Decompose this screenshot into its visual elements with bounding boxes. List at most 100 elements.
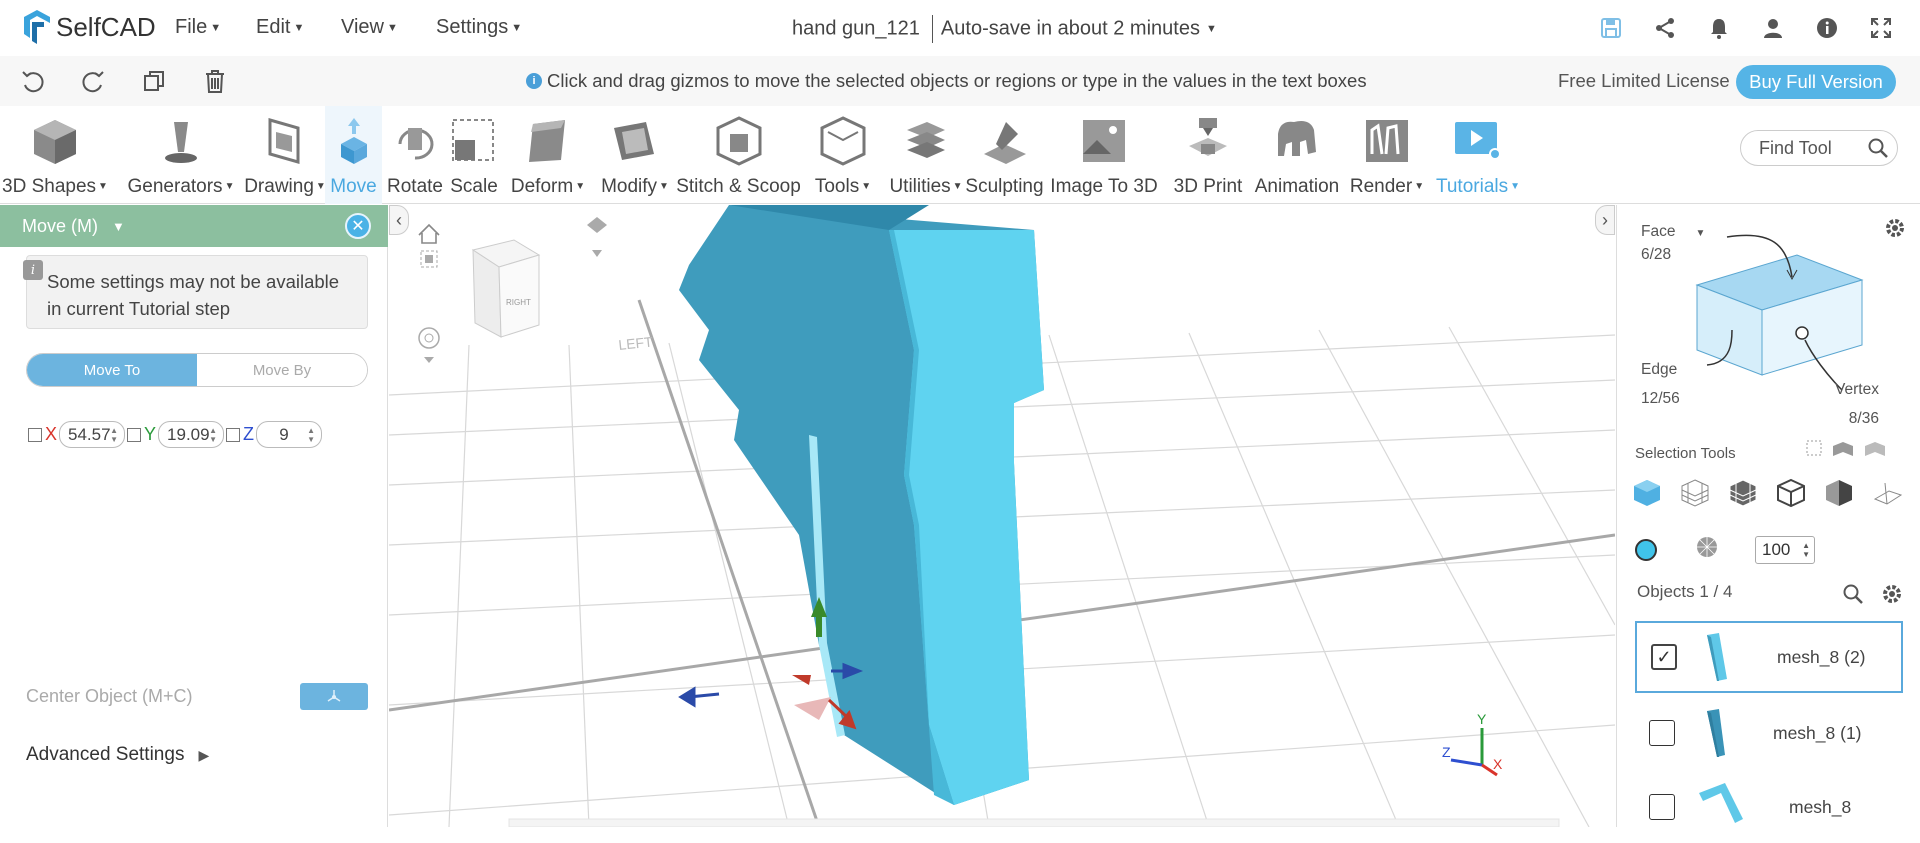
tool-move[interactable]: Move [325,106,382,204]
select-mesh-icon[interactable] [1725,475,1761,511]
collapse-left-panel-icon[interactable]: ‹ [389,205,409,235]
tool-modify[interactable]: Modify ▼ [595,106,675,204]
user-icon[interactable] [1759,14,1787,42]
menu-edit[interactable]: Edit ▼ [256,16,304,39]
tool-stitch-scoop[interactable]: Stitch & Scoop [675,106,802,204]
zoom-fit-icon[interactable] [420,250,438,268]
scene-canvas[interactable]: RIGHT LEFT Y Z X [389,205,1615,827]
autosave-status[interactable]: Auto-save in about 2 minutes [941,17,1200,39]
tool-tools[interactable]: Tools ▼ [808,106,878,204]
tool-sculpting[interactable]: Sculpting [963,106,1046,204]
viewcube[interactable]: RIGHT [471,239,541,338]
tool-animation[interactable]: Animation [1249,106,1345,204]
color-swatch[interactable] [1635,538,1657,561]
buy-full-version-button[interactable]: Buy Full Version [1736,65,1896,99]
select-object-icon[interactable] [1629,475,1665,511]
y-input[interactable]: 19.09 ▲ ▼ [158,421,225,448]
copy-icon[interactable] [141,68,169,96]
object-checkbox[interactable]: ✓ [1651,644,1677,670]
object-thumbnail [1707,633,1727,681]
gear-icon[interactable] [1881,583,1903,605]
close-icon[interactable]: ✕ [345,213,371,239]
tool-scale[interactable]: Scale [449,106,499,204]
tool-drawing[interactable]: Drawing ▼ [244,106,326,204]
selection-mode-diagram[interactable] [1677,215,1877,395]
edge-selector[interactable]: Edge 12/56 [1641,355,1680,413]
menu-settings[interactable]: Settings ▼ [436,16,522,39]
center-object-button[interactable] [300,683,368,710]
z-lock-checkbox[interactable] [226,427,241,442]
perspective-icon[interactable] [587,217,607,257]
chevron-down-icon[interactable]: ▼ [1414,181,1424,192]
chevron-down-icon[interactable]: ▼ [112,219,125,234]
undo-icon[interactable] [20,68,48,96]
stepper-icon[interactable]: ▲ ▼ [307,426,315,444]
3d-viewport[interactable]: RIGHT LEFT Y Z X ‹ › [389,205,1615,827]
bell-icon[interactable] [1705,14,1733,42]
stepper-icon[interactable]: ▲ ▼ [110,426,118,444]
chevron-down-icon[interactable]: ▼ [1206,23,1217,35]
stepper-icon[interactable]: ▲ ▼ [1802,541,1810,559]
move-by-button[interactable]: Move By [197,354,367,386]
info-icon: i [23,260,43,280]
advanced-settings-toggle[interactable]: Advanced Settings ▶ [26,744,209,766]
chevron-down-icon[interactable]: ▼ [98,181,108,192]
x-input[interactable]: 54.57 ▲ ▼ [59,421,126,448]
trash-icon[interactable] [202,68,230,96]
menu-file[interactable]: File ▼ [175,16,221,39]
chevron-down-icon[interactable]: ▼ [861,181,871,192]
share-icon[interactable] [1651,14,1679,42]
tool-label: Drawing ▼ [244,176,326,198]
tool-generators[interactable]: Generators ▼ [116,106,246,204]
select-half-icon[interactable] [1821,475,1857,511]
opacity-input[interactable]: 100 ▲ ▼ [1755,536,1815,564]
save-icon[interactable] [1597,14,1625,42]
gear-icon[interactable] [1884,217,1906,239]
tool-render[interactable]: Render ▼ [1347,106,1427,204]
info-icon[interactable] [1813,14,1841,42]
move-to-button[interactable]: Move To [27,354,197,386]
tool-image-to-3d[interactable]: Image To 3D [1046,106,1162,204]
gun-mesh[interactable] [679,205,1044,805]
home-icon[interactable] [418,223,440,244]
tool-utilities[interactable]: Utilities ▼ [889,106,963,204]
menu-view[interactable]: View ▼ [341,16,398,39]
tool-rotate[interactable]: Rotate [384,106,446,204]
search-icon[interactable] [1842,583,1864,605]
vertex-selector[interactable]: Vertex 8/36 [1835,375,1879,433]
select-faces-icon[interactable] [1677,475,1713,511]
search-icon[interactable] [1867,137,1889,159]
tool-3d-shapes[interactable]: 3D Shapes ▼ [0,106,110,204]
object-list-item[interactable]: ✓ mesh_8 (2) [1635,621,1903,693]
tool-3d-print[interactable]: 3D Print [1168,106,1248,204]
object-name: mesh_8 (2) [1777,646,1866,667]
select-edges-icon[interactable] [1773,475,1809,511]
redo-icon[interactable] [80,68,108,96]
chevron-down-icon[interactable]: ▼ [575,181,585,192]
project-name[interactable]: hand gun_121 [792,17,920,39]
rotate-icon [388,114,442,166]
stepper-icon[interactable]: ▲ ▼ [209,426,217,444]
chevron-down-icon[interactable]: ▼ [225,181,235,192]
chevron-down-icon[interactable]: ▼ [659,181,669,192]
select-plane-icon[interactable] [1869,475,1905,511]
tool-deform[interactable]: Deform ▼ [506,106,590,204]
chevron-down-icon[interactable]: ▼ [953,181,963,192]
chevron-down-icon[interactable]: ▼ [1510,181,1520,192]
y-lock-checkbox[interactable] [127,427,142,442]
collapse-right-panel-icon[interactable]: › [1595,205,1615,235]
z-input[interactable]: 9 ▲ ▼ [256,421,323,448]
object-list-item[interactable]: mesh_8 [1635,771,1903,843]
panel-header[interactable]: Move (M) ▼ [0,205,388,247]
tool-tutorials[interactable]: Tutorials ▼ [1432,106,1524,204]
orbit-icon[interactable] [418,327,440,363]
wireframe-icon[interactable] [1695,535,1719,564]
find-tool-input[interactable]: Find Tool [1740,130,1898,166]
app-logo[interactable]: SelfCAD [20,8,156,46]
x-lock-checkbox[interactable] [28,427,42,442]
fullscreen-icon[interactable] [1867,14,1895,42]
timeline-bar[interactable] [508,818,1560,827]
object-checkbox[interactable] [1649,794,1675,820]
object-list-item[interactable]: mesh_8 (1) [1635,697,1903,769]
object-checkbox[interactable] [1649,720,1675,746]
